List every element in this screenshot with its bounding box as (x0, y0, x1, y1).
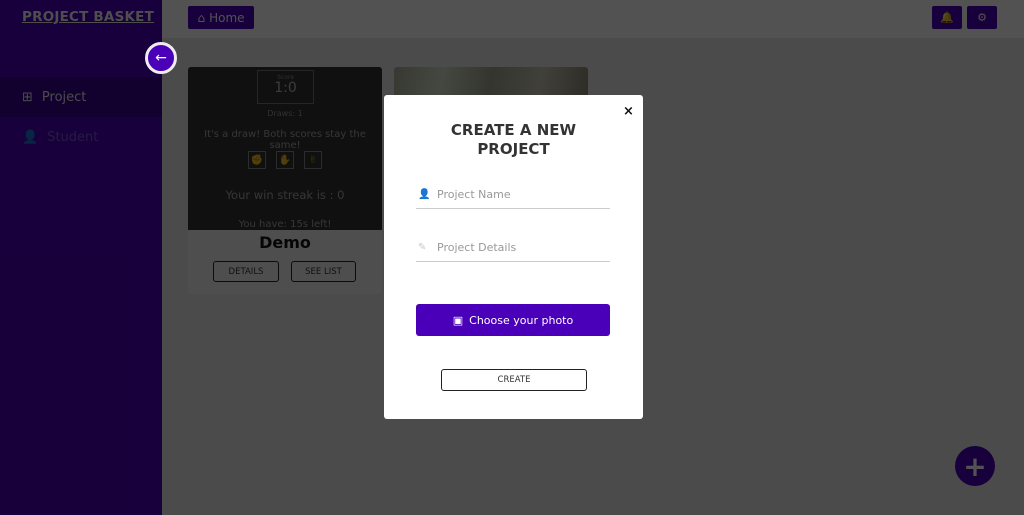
arrow-left-icon: ← (155, 50, 167, 66)
project-details-field: ✎ (416, 234, 610, 262)
collapse-sidebar-button[interactable]: ← (145, 42, 177, 74)
project-name-input[interactable] (437, 188, 597, 201)
create-project-modal: × CREATE A NEW PROJECT 👤 ✎ ▣ Choose your… (384, 95, 643, 419)
modal-title: CREATE A NEW PROJECT (384, 121, 643, 159)
choose-photo-button[interactable]: ▣ Choose your photo (416, 304, 610, 336)
close-icon[interactable]: × (623, 104, 634, 119)
user-icon: 👤 (418, 189, 431, 200)
create-button[interactable]: CREATE (441, 369, 587, 391)
choose-photo-label: Choose your photo (469, 313, 574, 327)
pencil-icon: ✎ (418, 242, 427, 253)
image-icon: ▣ (452, 313, 464, 327)
modal-title-line2: PROJECT (477, 140, 550, 158)
project-details-input[interactable] (437, 241, 597, 254)
modal-title-line1: CREATE A NEW (450, 121, 577, 139)
project-name-field: 👤 (416, 181, 610, 209)
